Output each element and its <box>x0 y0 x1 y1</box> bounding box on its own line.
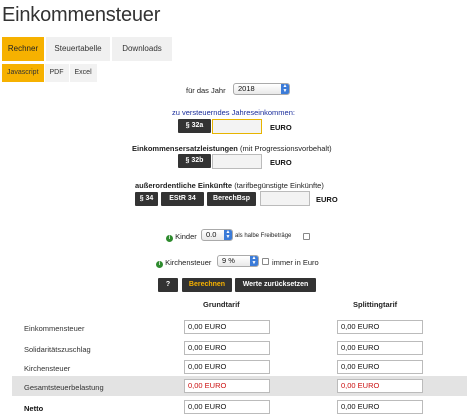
children-label: Kinder <box>175 232 197 241</box>
info-icon[interactable]: i <box>166 235 173 242</box>
children-select-value: 0.0 <box>206 230 217 239</box>
main-tabs: Rechner Steuertabelle Downloads <box>2 37 174 61</box>
result-grund-einkommensteuer: 0,00 EURO <box>184 320 270 334</box>
row-label-gesamt: Gesamtsteuerbelastung <box>24 383 104 392</box>
section-34-button[interactable]: § 34 <box>135 192 158 206</box>
info-icon[interactable]: i <box>156 261 163 268</box>
extraordinary-input[interactable] <box>260 191 310 206</box>
reset-button[interactable]: Werte zurücksetzen <box>235 278 316 292</box>
children-label-wrap: i Kinder <box>166 232 197 242</box>
result-grund-soli: 0,00 EURO <box>184 341 270 355</box>
year-select[interactable]: 2018 ▲ ▼ <box>233 83 290 95</box>
help-button[interactable]: ? <box>158 278 178 292</box>
children-suffix: als halbe Freibeträge <box>235 233 292 239</box>
tab-rechner[interactable]: Rechner <box>2 37 44 61</box>
result-grund-gesamt: 0,00 EURO <box>184 379 270 393</box>
select-arrow-icon: ▲ ▼ <box>281 83 289 94</box>
replacement-label-rest: (mit Progressionsvorbehalt) <box>237 144 332 153</box>
sub-tabs: Javascript PDF Excel <box>2 64 98 82</box>
result-splitting-soli: 0,00 EURO <box>337 341 423 355</box>
tab-steuertabelle[interactable]: Steuertabelle <box>46 37 110 61</box>
replacement-label-bold: Einkommensersatzleistungen <box>132 144 238 153</box>
berechbsp-button[interactable]: BerechBsp <box>207 192 256 206</box>
income-label: zu versteuerndes Jahreseinkommen: <box>172 108 295 117</box>
row-label-einkommensteuer: Einkommensteuer <box>24 324 85 333</box>
church-suffix: immer in Euro <box>272 258 319 267</box>
result-splitting-einkommensteuer: 0,00 EURO <box>337 320 423 334</box>
children-select[interactable]: 0.0 ▲ ▼ <box>201 229 233 241</box>
church-label: Kirchensteuer <box>165 258 212 267</box>
estr-34-button[interactable]: EStR 34 <box>161 192 204 206</box>
church-label-wrap: i Kirchensteuer <box>156 258 211 268</box>
section-32a-button[interactable]: § 32a <box>178 119 211 133</box>
extraordinary-label-rest: (tarifbegünstigte Einkünfte) <box>232 181 324 190</box>
extraordinary-unit: EURO <box>316 195 338 204</box>
children-checkbox[interactable] <box>303 233 310 240</box>
header-grundtarif: Grundtarif <box>203 300 240 309</box>
extraordinary-label-bold: außerordentliche Einkünfte <box>135 181 233 190</box>
calculate-button[interactable]: Berechnen <box>182 278 232 292</box>
church-select[interactable]: 9 % ▲ ▼ <box>217 255 259 267</box>
subtab-pdf[interactable]: PDF <box>44 64 69 82</box>
header-splittingtarif: Splittingtarif <box>353 300 398 309</box>
replacement-input[interactable] <box>212 154 262 169</box>
replacement-label: Einkommensersatzleistungen (mit Progress… <box>132 144 332 153</box>
result-grund-netto: 0,00 EURO <box>184 400 270 414</box>
church-select-value: 9 % <box>222 256 235 265</box>
tab-downloads[interactable]: Downloads <box>112 37 172 61</box>
select-arrow-icon: ▲ ▼ <box>224 229 232 240</box>
result-splitting-netto: 0,00 EURO <box>337 400 423 414</box>
income-unit: EURO <box>270 123 292 132</box>
result-grund-kirchensteuer: 0,00 EURO <box>184 360 270 374</box>
row-label-netto: Netto <box>24 404 44 413</box>
subtab-excel[interactable]: Excel <box>69 64 97 82</box>
section-32b-button[interactable]: § 32b <box>178 154 211 168</box>
income-input[interactable] <box>212 119 262 134</box>
row-label-soli: Solidaritätszuschlag <box>24 345 91 354</box>
page-title: Einkommensteuer <box>2 4 161 26</box>
extraordinary-label: außerordentliche Einkünfte (tarifbegünst… <box>135 181 324 190</box>
result-splitting-kirchensteuer: 0,00 EURO <box>337 360 423 374</box>
result-splitting-gesamt: 0,00 EURO <box>337 379 423 393</box>
replacement-unit: EURO <box>270 158 292 167</box>
year-select-value: 2018 <box>238 84 255 93</box>
subtab-javascript[interactable]: Javascript <box>2 64 44 82</box>
row-label-kirchensteuer: Kirchensteuer <box>24 364 71 373</box>
select-arrow-icon: ▲ ▼ <box>250 255 258 266</box>
year-label: für das Jahr <box>186 86 226 95</box>
church-checkbox[interactable] <box>262 258 269 265</box>
